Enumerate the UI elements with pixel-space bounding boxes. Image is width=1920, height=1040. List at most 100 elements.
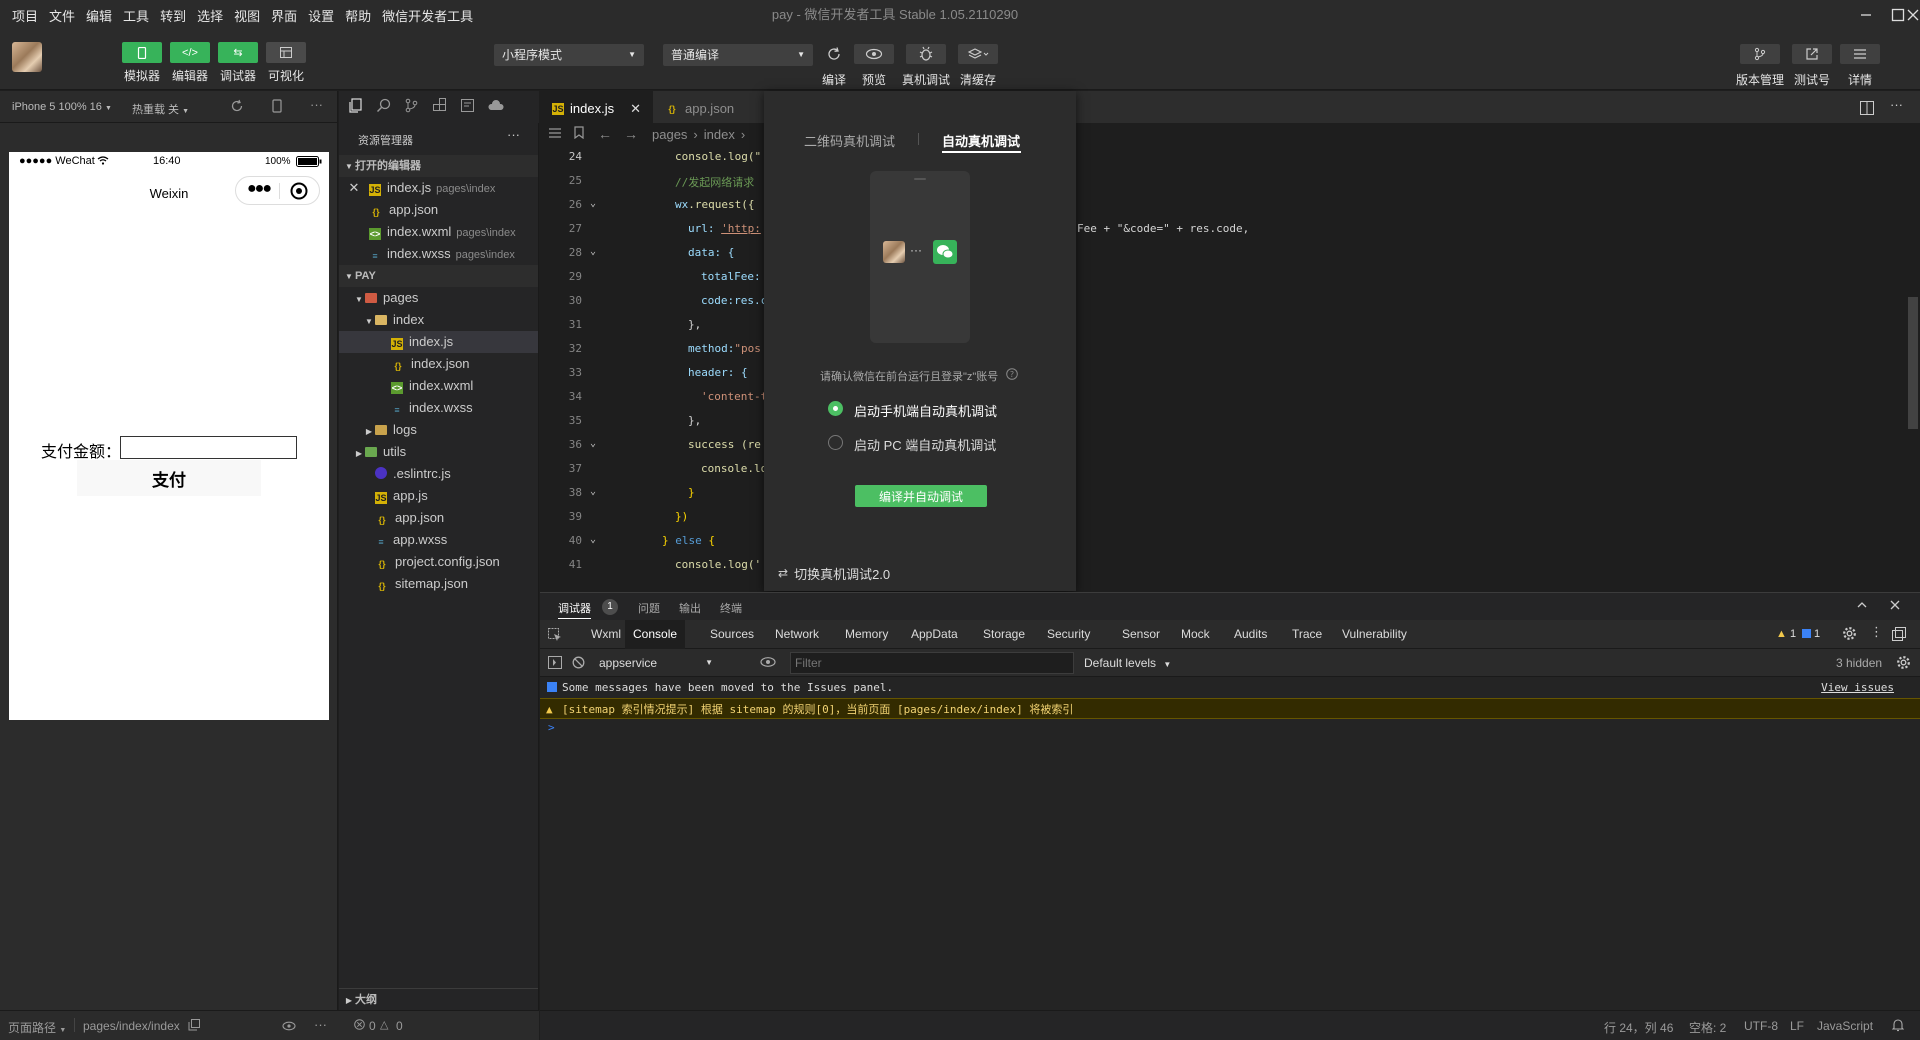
tab-auto-debug[interactable]: 自动真机调试 (942, 131, 1020, 150)
tab-debugger[interactable]: 调试器 (558, 600, 591, 619)
gear-icon[interactable] (1896, 655, 1911, 673)
user-avatar[interactable] (12, 42, 42, 72)
source-control-icon[interactable] (404, 98, 419, 116)
preview-button[interactable] (854, 44, 894, 64)
copy-icon[interactable] (188, 1019, 200, 1034)
tree-file-index-wxml[interactable]: <> index.wxml (339, 375, 538, 397)
line-ending[interactable]: LF (1790, 1019, 1804, 1033)
sidebar-toggle-icon[interactable] (548, 656, 562, 672)
more-icon[interactable]: ··· (1890, 97, 1903, 112)
console-filter-input[interactable] (790, 652, 1074, 674)
console-prompt[interactable]: > (548, 721, 555, 734)
menu-interface[interactable]: 界面 (271, 6, 297, 25)
compile-and-debug-button[interactable]: 编译并自动调试 (855, 485, 987, 507)
fold-chevron-icon[interactable]: ⌄ (590, 246, 596, 257)
close-icon[interactable] (1889, 599, 1901, 614)
menu-help[interactable]: 帮助 (345, 6, 371, 25)
tab-sensor[interactable]: Sensor (1114, 620, 1168, 649)
fold-chevron-icon[interactable]: ⌄ (590, 534, 596, 545)
tree-file-app-js[interactable]: JS app.js (339, 485, 538, 507)
debug-panel-icon[interactable] (460, 98, 475, 116)
tab-terminal[interactable]: 终端 (720, 600, 742, 616)
tree-file-project-config[interactable]: {} project.config.json (339, 551, 538, 573)
kebab-menu-icon[interactable]: ⋮ (1870, 624, 1883, 640)
search-icon[interactable] (376, 98, 391, 116)
option-pc-auto-debug[interactable]: 启动 PC 端自动真机调试 (828, 434, 1048, 454)
pay-button[interactable]: 支付 (77, 460, 261, 496)
tab-security[interactable]: Security (1039, 620, 1098, 649)
tree-folder-utils[interactable]: ▶ utils (339, 441, 538, 463)
tree-folder-logs[interactable]: ▶ logs (339, 419, 538, 441)
page-path-select[interactable]: 页面路径 ▼ (8, 1019, 66, 1036)
chevron-up-icon[interactable] (1856, 599, 1868, 614)
menu-goto[interactable]: 转到 (160, 6, 186, 25)
tab-appdata[interactable]: AppData (903, 620, 966, 649)
close-icon[interactable]: ✕ (630, 101, 641, 117)
cloud-icon[interactable] (488, 99, 504, 116)
editor-toggle[interactable]: </> 编辑器 (170, 42, 210, 84)
tree-file-app-wxss[interactable]: ≡ app.wxss (339, 529, 538, 551)
clear-cache-button[interactable] (958, 44, 998, 64)
tab-qr-debug[interactable]: 二维码真机调试 (804, 131, 895, 150)
device-select[interactable]: iPhone 5 100% 16 ▼ (12, 101, 112, 113)
hot-reload-select[interactable]: 热重载 关 ▼ (132, 101, 189, 117)
menu-file[interactable]: 文件 (49, 6, 75, 25)
tree-file-index-json[interactable]: {} index.json (339, 353, 538, 375)
open-editor-item[interactable]: ≡ index.wxss pages\index (339, 243, 538, 265)
menu-settings[interactable]: 设置 (308, 6, 334, 25)
option-mobile-auto-debug[interactable]: 启动手机端自动真机调试 (828, 400, 1048, 420)
details-button[interactable] (1840, 44, 1880, 64)
tree-file-app-json[interactable]: {} app.json (339, 507, 538, 529)
tab-storage[interactable]: Storage (975, 620, 1033, 649)
warning-count[interactable]: 1 (1790, 628, 1796, 640)
debugger-toggle[interactable]: ⇆ 调试器 (218, 42, 258, 84)
eye-icon[interactable] (282, 1020, 296, 1034)
more-icon[interactable]: ··· (310, 97, 323, 112)
eye-icon[interactable] (760, 656, 776, 671)
clear-console-icon[interactable] (572, 656, 585, 672)
menu-edit[interactable]: 编辑 (86, 6, 112, 25)
tab-sources[interactable]: Sources (702, 620, 762, 649)
fold-chevron-icon[interactable]: ⌄ (590, 438, 596, 449)
tab-network[interactable]: Network (767, 620, 827, 649)
outline-header[interactable]: ▶ 大纲 (339, 988, 538, 1010)
tab-vulnerability[interactable]: Vulnerability (1334, 620, 1415, 649)
mode-select[interactable]: 小程序模式 ▼ (494, 44, 644, 66)
file-encoding[interactable]: UTF-8 (1744, 1019, 1778, 1033)
menu-select[interactable]: 选择 (197, 6, 223, 25)
capsule-close-icon[interactable] (290, 182, 308, 203)
list-icon[interactable] (548, 127, 562, 142)
open-editor-item[interactable]: ✕ JS index.js pages\index (339, 177, 538, 199)
bell-icon[interactable] (1891, 1018, 1905, 1035)
open-editor-item[interactable]: {} app.json (339, 199, 538, 221)
test-account-button[interactable] (1792, 44, 1832, 64)
remote-debug-button[interactable] (906, 44, 946, 64)
device-frame-icon[interactable] (272, 99, 282, 116)
rotate-icon[interactable] (230, 99, 244, 116)
indentation[interactable]: 空格: 2 (1689, 1019, 1726, 1036)
more-icon[interactable]: ··· (314, 1017, 327, 1032)
breadcrumb-pages[interactable]: pages (652, 127, 687, 142)
open-editor-item[interactable]: <> index.wxml pages\index (339, 221, 538, 243)
tree-file-eslintrc[interactable]: .eslintrc.js (339, 463, 538, 485)
tree-file-index-wxss[interactable]: ≡ index.wxss (339, 397, 538, 419)
menu-devtools[interactable]: 微信开发者工具 (382, 6, 473, 25)
radio-unselected[interactable] (828, 435, 843, 450)
info-count[interactable]: 1 (1814, 628, 1820, 640)
tab-audits[interactable]: Audits (1226, 620, 1275, 649)
menu-project[interactable]: 项目 (12, 6, 38, 25)
context-select[interactable]: appservice ▼ (593, 652, 717, 674)
compile-button[interactable] (814, 44, 854, 64)
undock-icon[interactable] (1892, 627, 1906, 644)
close-icon[interactable]: ✕ (339, 177, 369, 199)
view-issues-link[interactable]: View issues (1821, 677, 1894, 698)
tab-problems[interactable]: 问题 (638, 600, 660, 616)
bookmark-icon[interactable] (574, 126, 584, 142)
cursor-position[interactable]: 行 24，列 46 (1604, 1019, 1673, 1036)
language-mode[interactable]: JavaScript (1817, 1019, 1873, 1033)
back-arrow-icon[interactable]: ← (598, 126, 612, 142)
code-editor[interactable]: 24 25 26 27 28 29 30 31 32 33 34 35 36 3… (540, 145, 1908, 590)
visual-toggle[interactable]: 可视化 (266, 42, 306, 84)
tab-app-json[interactable]: {} app.json (653, 91, 763, 126)
breadcrumb-index[interactable]: index (704, 127, 735, 142)
